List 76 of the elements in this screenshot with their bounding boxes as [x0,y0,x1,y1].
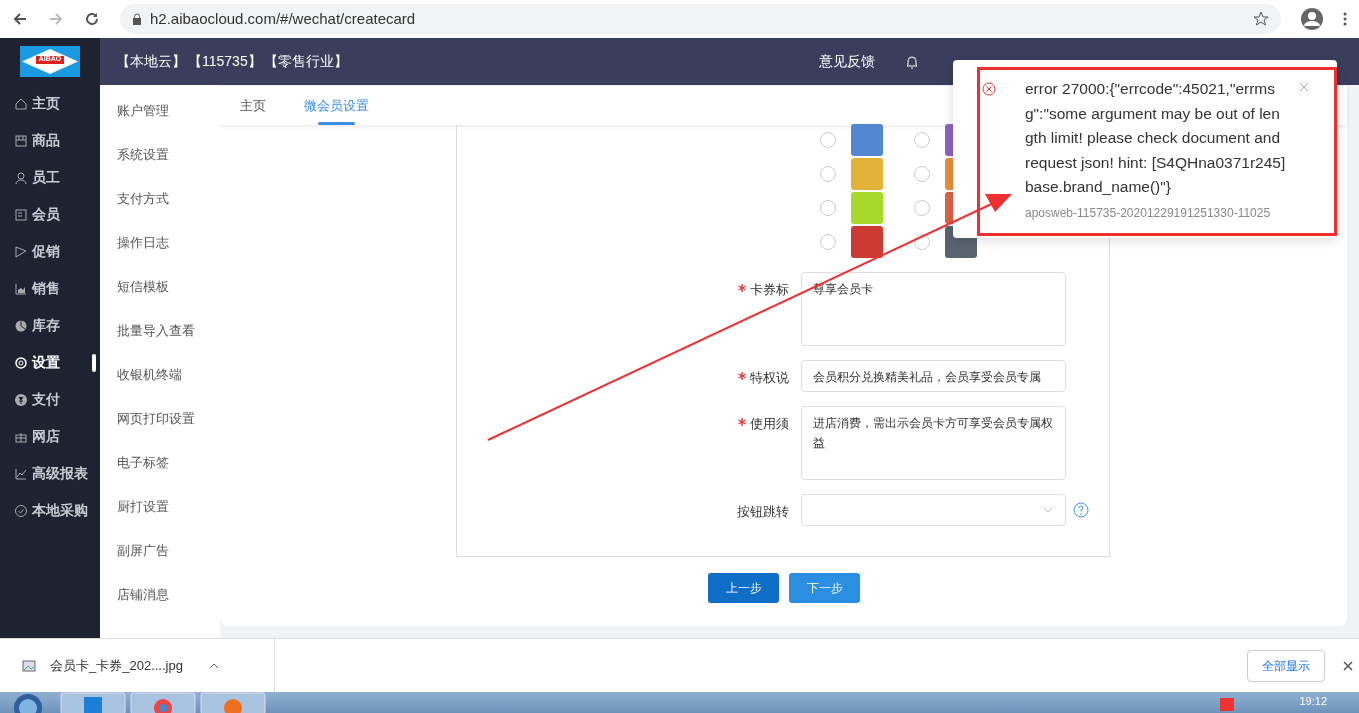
profile-icon [1301,8,1323,30]
reload-icon [84,11,100,27]
taskbar-app-icon [60,692,126,713]
tab[interactable]: 微会员设置 [304,86,369,125]
text-area[interactable]: 进店消费，需出示会员卡方可享受会员专属权益 [801,406,1066,480]
field-label: 按钮跳转 [737,503,789,521]
submenu-item[interactable]: 短信模板 [100,265,220,309]
url-text: h2.aibaocloud.com/#/wechat/createcard [150,8,416,29]
field-label: 使用须 [750,415,789,433]
help-icon [1073,502,1089,518]
select-field[interactable] [801,494,1066,526]
bar-chart-icon [14,281,28,296]
step-button[interactable]: 上一步 [708,573,779,603]
logo [20,46,80,77]
settings-icon [14,355,28,370]
submenu-item[interactable]: 店铺消息 [100,573,220,617]
sidebar-item[interactable]: 促销 [0,233,100,270]
submenu-item[interactable]: 副屏广告 [100,529,220,573]
home-icon [14,96,28,111]
browser-app-icon [130,692,196,713]
check-circle-icon [14,503,28,518]
submenu-item[interactable]: 操作日志 [100,221,220,265]
error-icon [982,82,996,96]
user-icon [14,170,28,185]
tab[interactable]: 主页 [240,86,266,125]
sidebar-item[interactable]: 支付 [0,381,100,418]
error-trace: aposweb-115735-20201229191251330-11025 [1025,204,1272,222]
forward-icon [48,11,64,27]
close-icon [1299,82,1309,92]
address-bar[interactable]: h2.aibaocloud.com/#/wechat/createcard [120,4,1281,34]
submenu-item[interactable]: 系统设置 [100,133,220,177]
back-icon [12,11,28,27]
chevron-down-icon [1043,507,1053,513]
yen-icon [14,392,28,407]
line-chart-icon [14,466,28,481]
submenu-item[interactable]: 支付方式 [100,177,220,221]
grid-icon [14,133,28,148]
sidebar-item[interactable]: 高级报表 [0,455,100,492]
header-tag: 【零售行业】 [263,51,348,72]
submenu-item[interactable]: 收银机终端 [100,353,220,397]
header-tag: 【115735】 [188,51,262,72]
sidebar-item[interactable]: 销售 [0,270,100,307]
card-icon [14,207,28,222]
active-indicator [92,353,96,372]
submenu-item[interactable]: 账户管理 [100,89,220,133]
image-file-icon [22,658,36,673]
taskbar-app-icon [200,692,266,713]
header-tag: 【本地云】 [116,51,186,72]
sidebar-item[interactable]: 网店 [0,418,100,455]
sidebar-item[interactable]: 主页 [0,85,100,122]
lock-icon [132,13,142,25]
sidebar-item[interactable]: 会员 [0,196,100,233]
pie-chart-icon [14,318,28,333]
show-all-button[interactable]: 全部显示 [1247,649,1325,682]
clock-time: 19:12 [1299,694,1327,709]
file-name: 会员卡_卡券_202....jpg [50,656,183,675]
sidebar-item[interactable]: 商品 [0,122,100,159]
field-label: 卡券标 [750,281,789,299]
bell-icon [905,53,919,70]
sidebar-item[interactable]: 设置 [0,344,100,381]
submenu-item[interactable]: 厨打设置 [100,485,220,529]
star-icon [1253,11,1269,27]
submenu-item[interactable]: 网页打印设置 [100,397,220,441]
sidebar-item[interactable]: 本地采购 [0,492,100,529]
close-icon [1343,660,1353,671]
error-message: error 27000:{"errcode":45021,"errmsg":"some argument may be out of length limit! please check document and request json! hint: [S4QHna0371r245] base.brand_name()"} [1025,79,1287,197]
tray-app-icon [1219,695,1236,711]
submenu-item[interactable]: 电子标签 [100,441,220,485]
feedback-link[interactable]: 意见反馈 [819,51,875,72]
menu-icon [1343,11,1347,27]
field-label: 特权说 [750,369,789,387]
text-area[interactable]: 会员积分兑换精美礼品，会员享受会员专属 [801,360,1066,392]
submenu-item[interactable]: 批量导入查看 [100,309,220,353]
sidebar-item[interactable]: 员工 [0,159,100,196]
sidebar-item[interactable]: 库存 [0,307,100,344]
chevron-up-icon [208,662,219,669]
